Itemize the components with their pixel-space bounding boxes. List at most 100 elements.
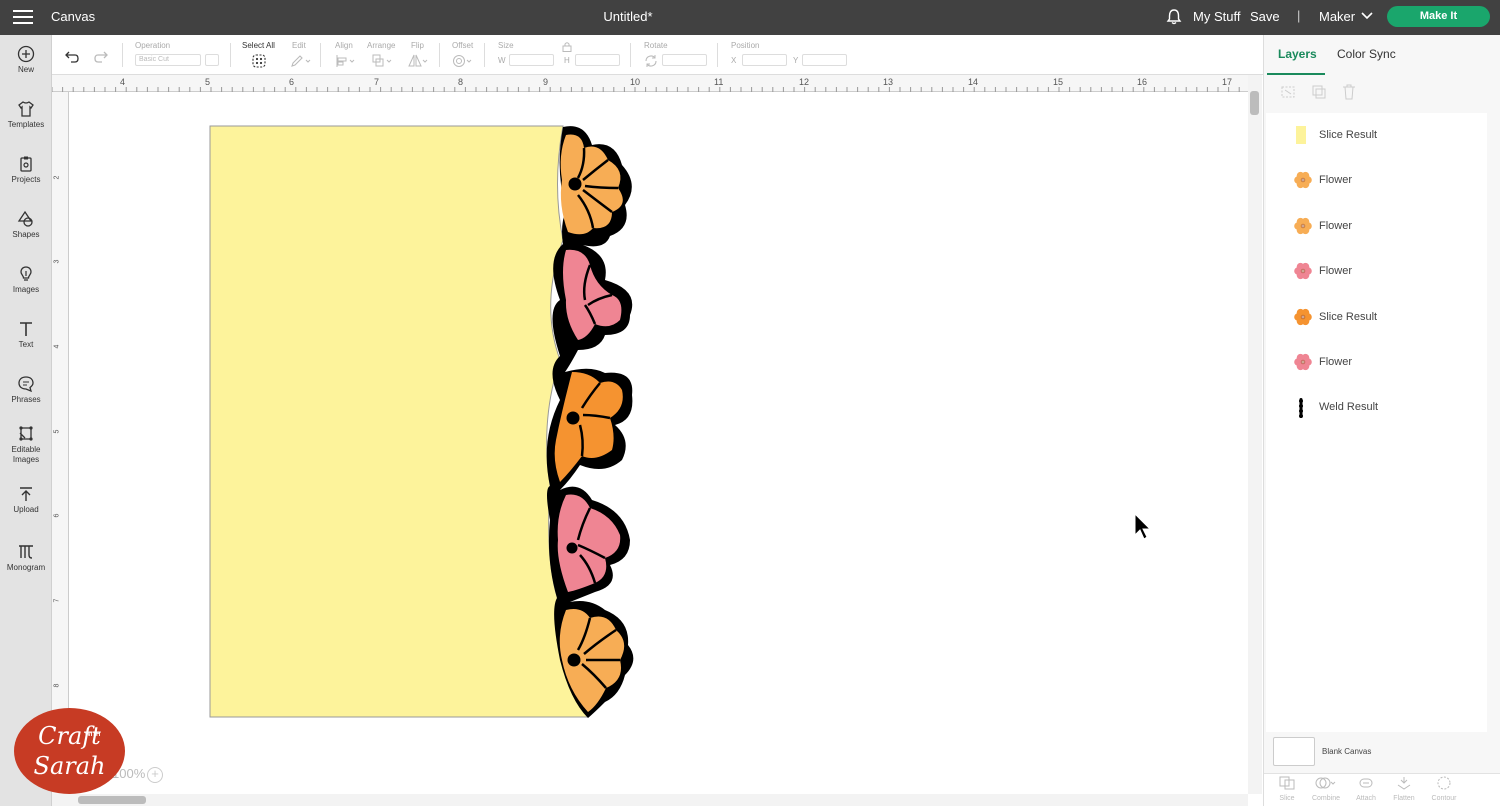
sidebar-item-phrases[interactable]: Phrases: [0, 375, 52, 405]
contour-button[interactable]: Contour: [1424, 776, 1464, 802]
flatten-label: Flatten: [1393, 795, 1415, 802]
bottom-tools: Slice Combine Attach Flatten Contour: [1264, 773, 1500, 806]
chevron-down-icon[interactable]: [1361, 12, 1373, 20]
design-canvas[interactable]: [70, 92, 1248, 794]
ruler-ticks: [52, 87, 1240, 92]
flower-icon: [1294, 171, 1312, 189]
machine-selector[interactable]: Maker: [1319, 9, 1355, 24]
sidebar-item-images[interactable]: Images: [0, 265, 52, 295]
sidebar-label: Text: [18, 340, 34, 349]
layer-row[interactable]: Slice Result: [1266, 295, 1487, 340]
offset-icon[interactable]: [452, 54, 474, 68]
vertical-ruler: 2 3 4 5 6 7 8: [52, 92, 69, 794]
size-label: Size: [498, 41, 514, 50]
rectangle-swatch-icon: [1296, 126, 1306, 144]
trash-icon[interactable]: [1342, 84, 1356, 100]
layer-label: Slice Result: [1319, 311, 1378, 323]
sidebar-item-shapes[interactable]: Shapes: [0, 210, 52, 240]
divider: [717, 43, 718, 67]
shapes-icon: [17, 210, 33, 227]
tab-color-sync[interactable]: Color Sync: [1337, 47, 1396, 61]
y-label: Y: [793, 56, 799, 65]
divider: [439, 43, 440, 67]
ruler-tick-label: 14: [968, 77, 979, 87]
sidebar-label: Upload: [13, 505, 39, 514]
undo-icon[interactable]: [64, 49, 80, 63]
sidebar-label: Monogram: [6, 563, 46, 572]
align-icon[interactable]: [335, 54, 357, 68]
layer-row[interactable]: Slice Result: [1266, 113, 1487, 158]
scrollbar-thumb[interactable]: [1250, 91, 1259, 115]
layer-label: Flower: [1319, 174, 1353, 186]
divider: [320, 43, 321, 67]
ruler-tick-label: 8: [458, 77, 464, 87]
layer-row[interactable]: Flower: [1266, 249, 1487, 294]
layer-row[interactable]: Weld Result: [1266, 385, 1487, 430]
horizontal-scrollbar[interactable]: [52, 794, 1248, 806]
arrange-label: Arrange: [367, 41, 396, 50]
blank-canvas-swatch[interactable]: [1273, 737, 1315, 766]
monogram-icon: [19, 545, 33, 559]
layer-row[interactable]: Flower: [1266, 158, 1487, 203]
ruler-tick-label: 10: [630, 77, 641, 87]
document-title[interactable]: Untitled*: [0, 9, 1256, 24]
mouse-cursor: [1134, 512, 1152, 540]
group-icon[interactable]: [1280, 85, 1296, 99]
save-button[interactable]: Save: [1250, 9, 1280, 24]
rotate-icon[interactable]: [644, 54, 658, 68]
ruler-tick-label: 5: [53, 429, 61, 434]
sidebar-item-projects[interactable]: Projects: [0, 155, 52, 185]
lock-icon[interactable]: [562, 41, 572, 52]
scrollbar-thumb[interactable]: [78, 796, 146, 804]
sidebar-item-text[interactable]: Text: [0, 320, 52, 350]
sidebar-item-editable-images[interactable]: Editable Images: [0, 425, 52, 465]
tab-layers[interactable]: Layers: [1278, 47, 1317, 61]
attach-button[interactable]: Attach: [1346, 776, 1386, 802]
slice-label: Slice: [1279, 795, 1295, 802]
y-input[interactable]: [802, 54, 847, 66]
arrange-icon[interactable]: [372, 54, 394, 68]
sidebar-item-new[interactable]: New: [0, 45, 52, 75]
x-input[interactable]: [742, 54, 787, 66]
editable-images-icon: [19, 426, 33, 441]
flip-label: Flip: [411, 41, 424, 50]
ruler-tick-label: 9: [543, 77, 549, 87]
duplicate-icon[interactable]: [1311, 85, 1327, 99]
pencil-icon[interactable]: [290, 54, 312, 68]
flip-icon[interactable]: [408, 54, 430, 68]
sidebar-label: Shapes: [12, 230, 40, 239]
sidebar-item-monogram[interactable]: Monogram: [0, 543, 52, 573]
height-input[interactable]: [575, 54, 620, 66]
logo-line-1: Craft: [38, 722, 101, 750]
layer-row[interactable]: Flower: [1266, 204, 1487, 249]
sidebar-label: Templates: [7, 120, 45, 129]
rotate-input[interactable]: [662, 54, 707, 66]
sidebar-item-templates[interactable]: Templates: [0, 100, 52, 130]
sidebar-label: Projects: [11, 175, 41, 184]
select-all-icon[interactable]: [252, 54, 266, 68]
sidebar-item-upload[interactable]: Upload: [0, 485, 52, 515]
zoom-in-button[interactable]: +: [147, 767, 163, 783]
operation-info-button[interactable]: [205, 54, 219, 66]
make-it-button[interactable]: Make It: [1387, 6, 1490, 27]
flatten-button[interactable]: Flatten: [1384, 776, 1424, 802]
combine-button[interactable]: Combine: [1306, 776, 1346, 802]
left-sidebar: New Templates Projects Shapes Images Tex…: [0, 35, 52, 806]
flatten-icon: [1397, 777, 1411, 790]
vertical-scrollbar[interactable]: [1248, 75, 1262, 794]
my-stuff-link[interactable]: My Stuff: [1193, 9, 1240, 24]
slice-button[interactable]: Slice: [1267, 776, 1307, 802]
width-input[interactable]: [509, 54, 554, 66]
ruler-tick-label: 5: [205, 77, 211, 87]
bell-icon[interactable]: [1165, 8, 1183, 26]
flower-icon: [1294, 353, 1312, 371]
ruler-tick-label: 8: [53, 683, 61, 688]
shirt-icon: [18, 101, 34, 117]
edit-toolbar: Operation Basic Cut Select All Edit Alig…: [52, 35, 1263, 75]
divider: [230, 43, 231, 67]
operation-select[interactable]: Basic Cut: [135, 54, 201, 66]
sidebar-label: Editable Images: [11, 445, 41, 464]
ruler-tick-label: 7: [53, 598, 61, 603]
layer-row[interactable]: Flower: [1266, 340, 1487, 385]
redo-icon[interactable]: [93, 49, 109, 63]
